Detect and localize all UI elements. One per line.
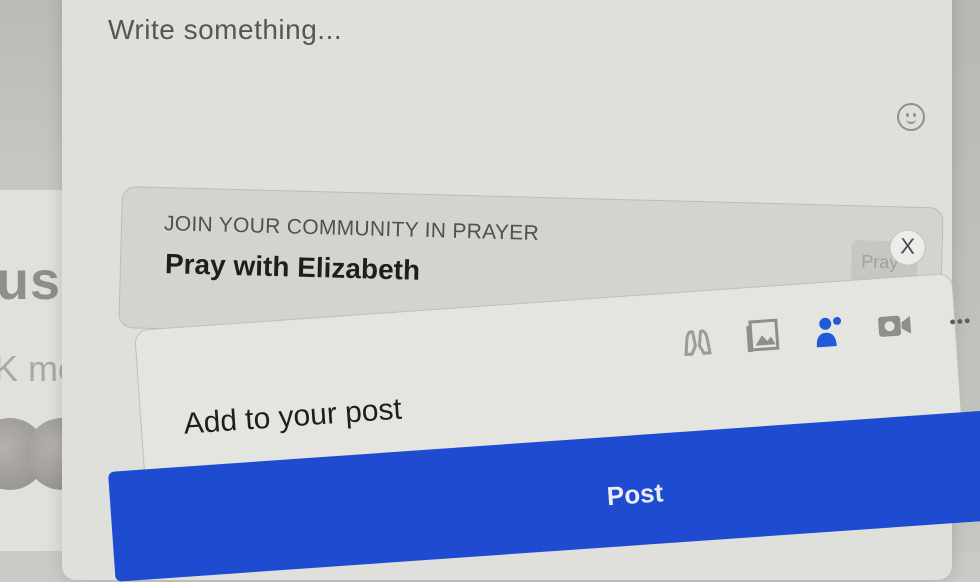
post-button-label: Post xyxy=(605,477,665,512)
close-icon[interactable]: X xyxy=(889,229,927,267)
video-icon[interactable] xyxy=(871,302,918,349)
prayer-prompt-label: JOIN YOUR COMMUNITY IN PRAYER xyxy=(163,212,540,245)
add-to-post-label: Add to your post xyxy=(182,392,403,441)
smiley-icon[interactable] xyxy=(897,103,925,131)
more-icon[interactable]: ••• xyxy=(937,298,980,345)
praying-hands-icon[interactable] xyxy=(674,316,721,363)
prayer-prompt-title: Pray with Elizabeth xyxy=(164,248,421,286)
attachment-icon-row: ••• xyxy=(674,298,980,363)
photo-icon[interactable] xyxy=(739,312,786,359)
tag-people-icon[interactable] xyxy=(805,307,852,354)
post-text-input[interactable]: Write something... xyxy=(108,14,342,46)
